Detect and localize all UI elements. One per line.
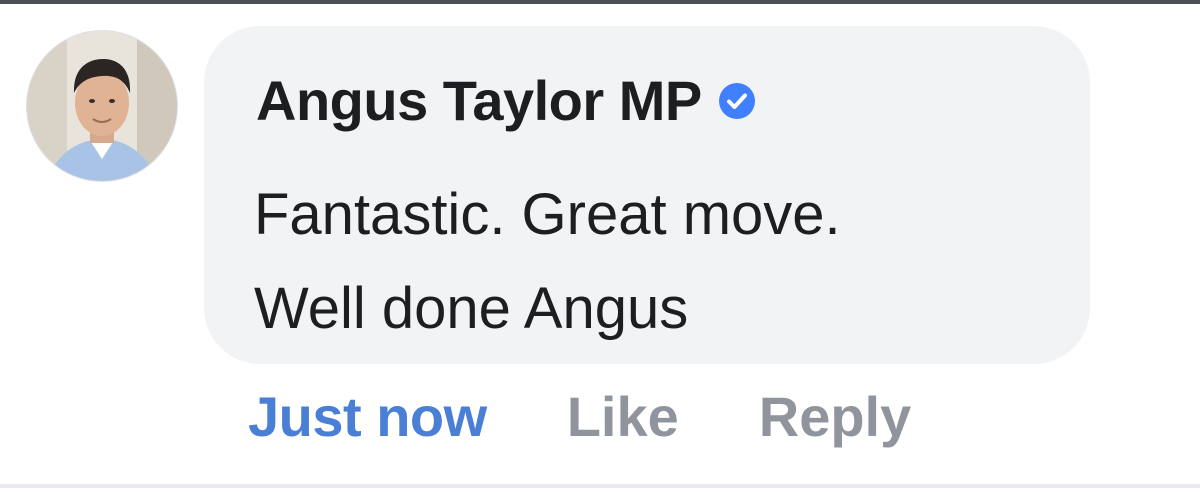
author-row: Angus Taylor MP	[256, 68, 756, 133]
timestamp-link[interactable]: Just now	[248, 384, 487, 449]
comment-line-2: Well done Angus	[254, 276, 689, 341]
like-button[interactable]: Like	[567, 384, 679, 449]
comment-text: Fantastic. Great move. Well done Angus	[254, 168, 841, 356]
comment-line-1: Fantastic. Great move.	[254, 182, 841, 247]
reply-button[interactable]: Reply	[759, 384, 912, 449]
verified-badge-icon	[718, 82, 756, 120]
comment-bubble: Angus Taylor MP Fantastic. Great move. W…	[204, 26, 1090, 364]
bottom-divider	[0, 484, 1200, 488]
avatar-photo	[27, 31, 177, 181]
author-name[interactable]: Angus Taylor MP	[256, 68, 702, 133]
comment-actions: Just now Like Reply	[248, 384, 911, 449]
top-divider	[0, 0, 1200, 4]
avatar[interactable]	[26, 30, 178, 182]
